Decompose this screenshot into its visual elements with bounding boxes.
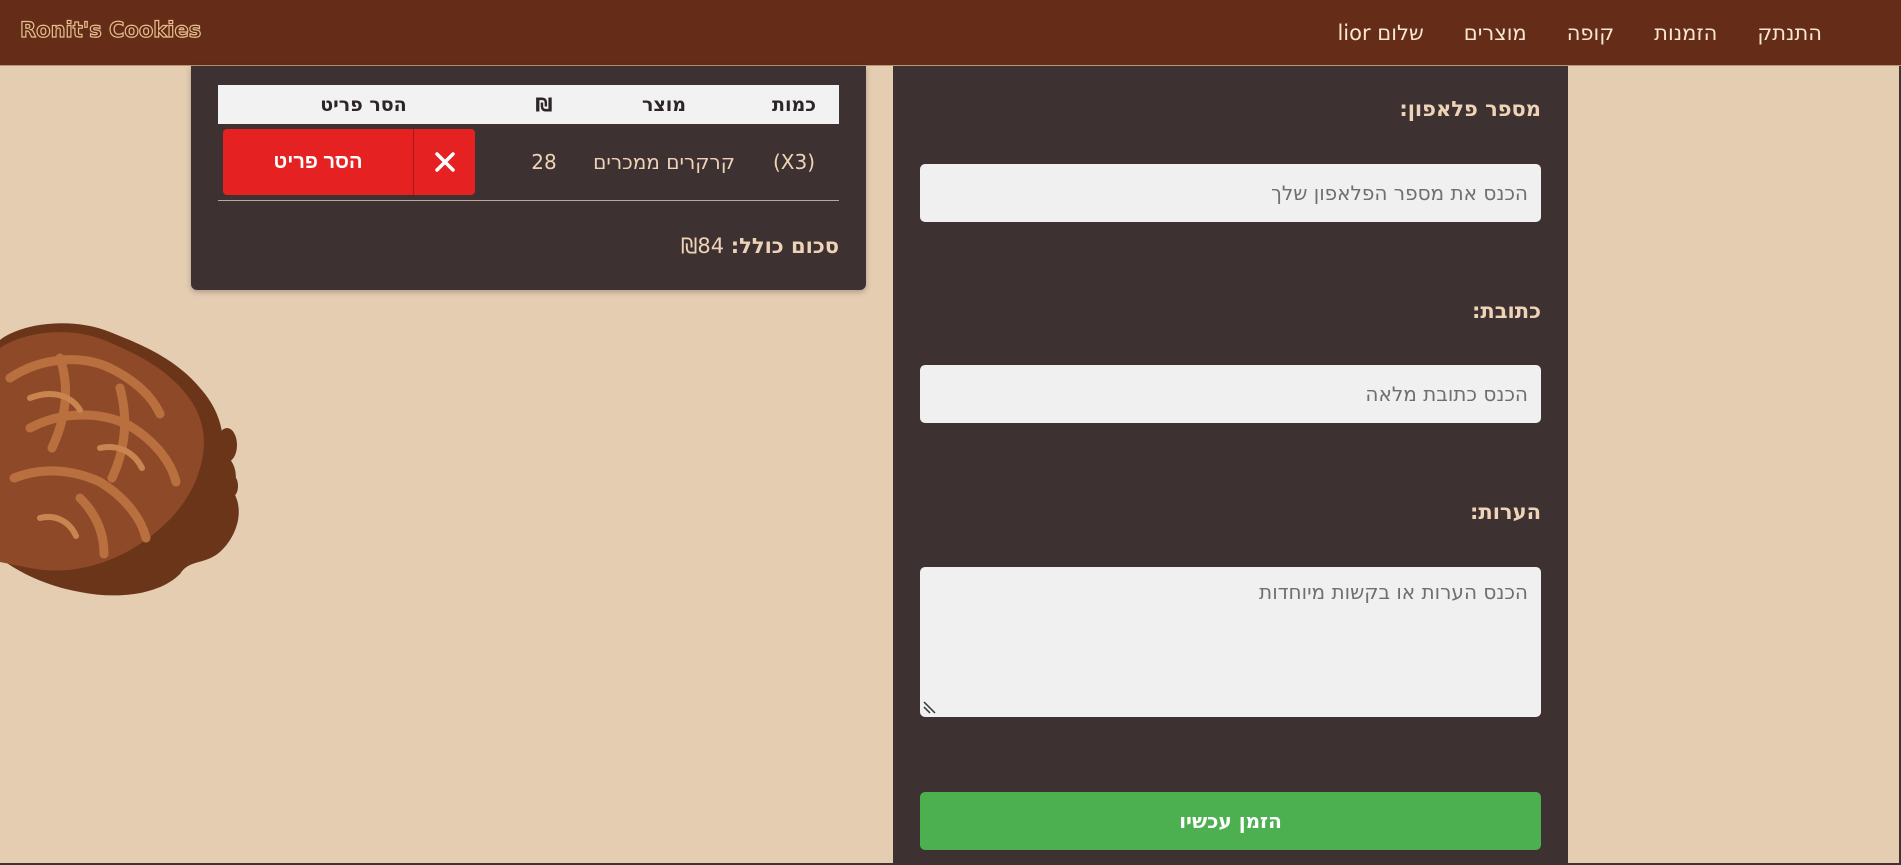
nav-logout[interactable]: התנתק: [1757, 21, 1822, 45]
cart-total: סכום כולל: ₪84: [681, 234, 839, 258]
cart-total-label: סכום כולל:: [730, 234, 839, 258]
cookie-icon: [0, 323, 239, 596]
nav-products[interactable]: מוצרים: [1464, 21, 1527, 45]
header-price: ₪: [535, 93, 553, 116]
phone-label: מספר פלאפון:: [1399, 97, 1541, 121]
remove-item-label: הסר פריט: [273, 150, 363, 173]
brand-logo[interactable]: Ronit's Cookies: [19, 17, 201, 42]
notes-textarea[interactable]: [920, 567, 1541, 717]
cart-total-value: ₪84: [680, 234, 725, 258]
nav-checkout[interactable]: קופה: [1567, 21, 1614, 45]
cart-table-header: כמות מוצר ₪ הסר פריט: [218, 85, 839, 124]
remove-item-button[interactable]: הסר פריט: [223, 129, 475, 195]
nav-orders[interactable]: הזמנות: [1654, 21, 1717, 45]
close-icon: [413, 129, 475, 195]
notes-label: הערות:: [1469, 500, 1541, 524]
address-label: כתובת:: [1472, 299, 1541, 323]
row-qty: (X3): [772, 150, 816, 174]
nav-user-greeting[interactable]: שלום lior: [1337, 21, 1423, 45]
top-navbar: Ronit's Cookies התנתק הזמנות קופה מוצרים…: [0, 0, 1901, 66]
nav-links: התנתק הזמנות קופה מוצרים שלום lior: [1337, 0, 1822, 66]
cart-table: כמות מוצר ₪ הסר פריט (X3) קרקרים ממכרים …: [218, 85, 839, 201]
order-now-button[interactable]: הזמן עכשיו: [920, 792, 1541, 850]
resize-grip-icon[interactable]: [923, 700, 937, 714]
header-product: מוצר: [641, 93, 687, 116]
order-form-panel: מספר פלאפון: כתובת: הערות: הזמן עכשיו: [893, 66, 1568, 865]
address-input[interactable]: [920, 365, 1541, 423]
header-remove: הסר פריט: [320, 93, 407, 116]
cart-panel: כמות מוצר ₪ הסר פריט (X3) קרקרים ממכרים …: [191, 66, 866, 290]
row-product: קרקרים ממכרים: [593, 150, 735, 174]
header-qty: כמות: [771, 93, 816, 116]
row-price: 28: [531, 150, 557, 174]
phone-input[interactable]: [920, 164, 1541, 222]
